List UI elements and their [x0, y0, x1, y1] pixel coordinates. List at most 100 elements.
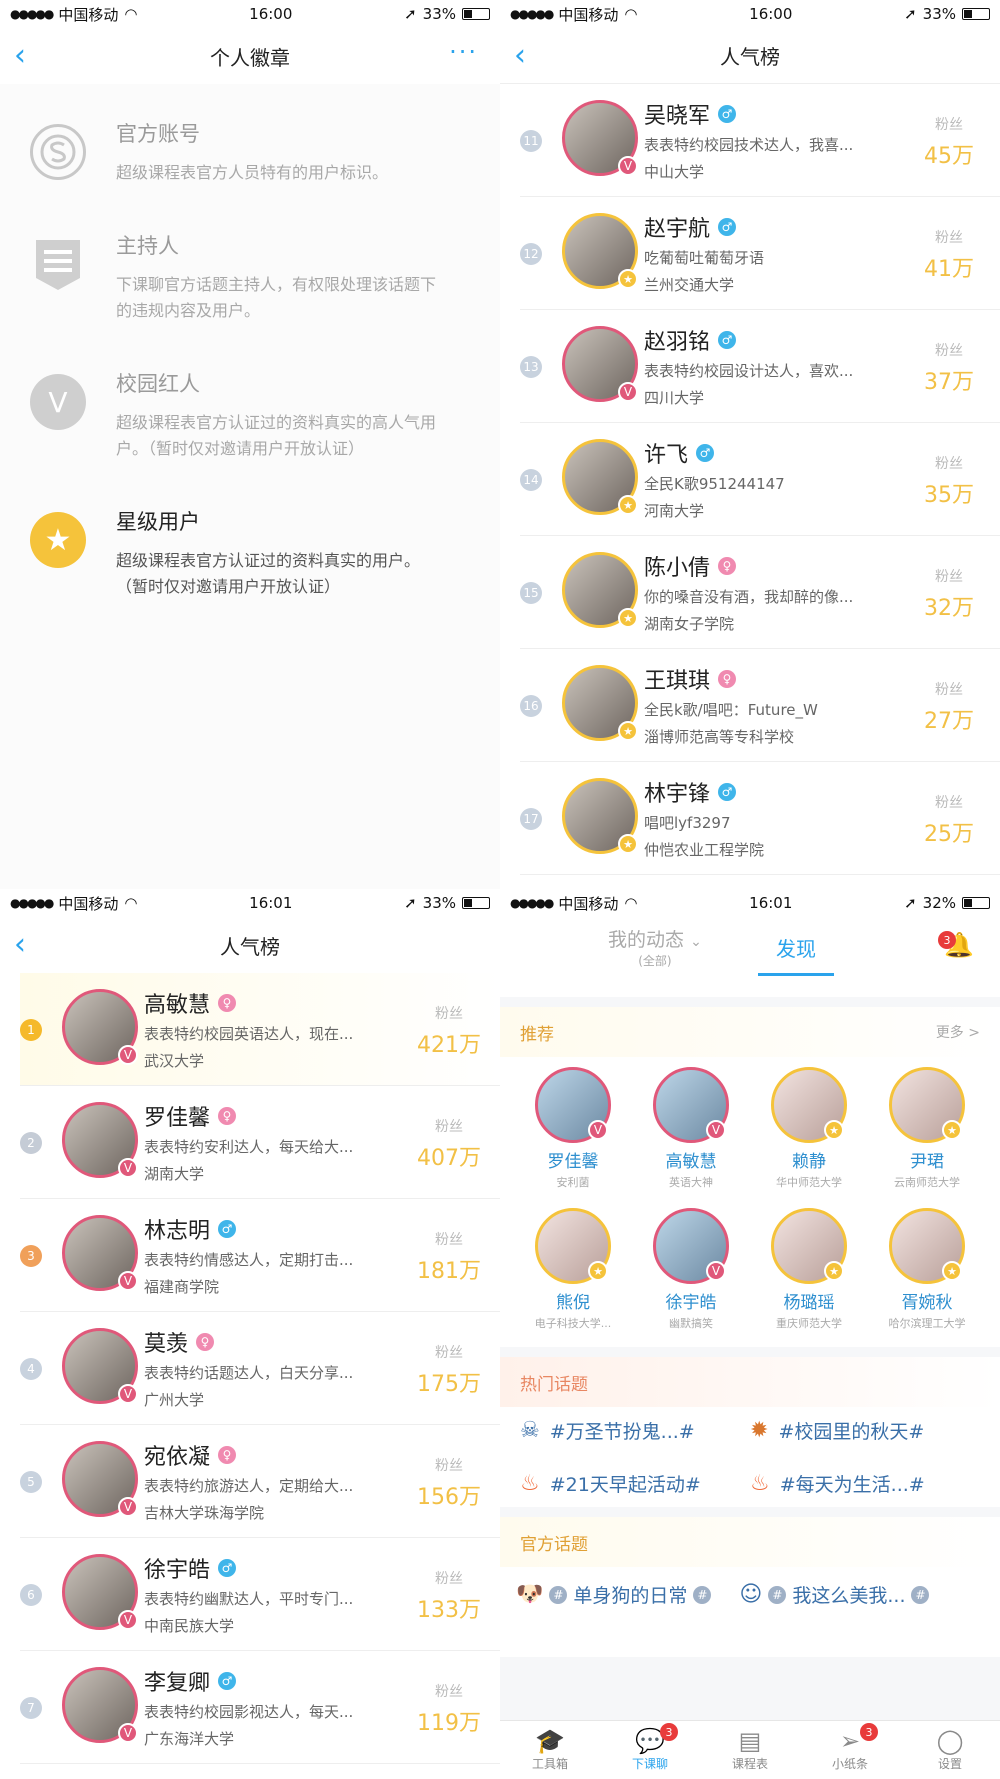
rank-list: 1 V 高敏慧 ♀ 表表特约校园英语达人，现在... 武汉大学 粉丝 421万 2…: [0, 973, 500, 1764]
star-badge-icon: ★: [588, 1261, 608, 1281]
avatar: ★: [889, 1067, 965, 1143]
hot-topic[interactable]: ♨ #每天为生活...#: [750, 1470, 980, 1497]
rank-row[interactable]: 14 ★ 许飞 ♂ 全民K歌951244147 河南大学 粉丝 35万: [520, 423, 1000, 536]
fans-value: 45万: [924, 144, 974, 169]
tab-chat[interactable]: 💬 下课聊 3: [600, 1721, 700, 1778]
topic-label: #校园里的秋天#: [778, 1421, 925, 1443]
fans-label: 粉丝: [935, 569, 963, 585]
fans-value: 41万: [924, 257, 974, 282]
avatar[interactable]: V: [62, 1441, 138, 1517]
rank-row[interactable]: 6 V 徐宇皓 ♂ 表表特约幽默达人，平时专门... 中南民族大学 粉丝 133万: [20, 1538, 500, 1651]
rank-number: 13: [520, 356, 542, 378]
hash-icon: #: [549, 1585, 568, 1604]
tab-notes[interactable]: ➢ 小纸条 3: [800, 1721, 900, 1778]
rank-row[interactable]: 15 ★ 陈小倩 ♀ 你的嗓音没有酒，我却醉的像... 湖南女子学院 粉丝 32万: [520, 536, 1000, 649]
rank-row[interactable]: 3 V 林志明 ♂ 表表特约情感达人，定期打击... 福建商学院 粉丝 181万: [20, 1199, 500, 1312]
location-icon: ➚: [904, 5, 917, 23]
recommend-user[interactable]: ★ 胥婉秋 哈尔滨理工大学: [868, 1208, 986, 1331]
recommend-user[interactable]: V 罗佳馨 安利菌: [514, 1067, 632, 1190]
avatar: V: [535, 1067, 611, 1143]
user-name: 尹珺: [910, 1152, 944, 1172]
tab-toolbox[interactable]: 🎓 工具箱: [500, 1721, 600, 1778]
avatar[interactable]: V: [562, 100, 638, 176]
rank-number: 4: [20, 1358, 42, 1380]
tab-settings[interactable]: ◯ 设置: [900, 1721, 1000, 1778]
back-icon[interactable]: ‹: [514, 38, 526, 73]
avatar[interactable]: ★: [562, 213, 638, 289]
hot-topics-grid: ☠ #万圣节扮鬼...# ✹ #校园里的秋天# ♨ #21天早起活动# ♨ #每天为生活…: [500, 1407, 1000, 1507]
tab-schedule[interactable]: ▤ 课程表: [700, 1721, 800, 1778]
recommend-user[interactable]: ★ 杨璐瑶 重庆师范大学: [750, 1208, 868, 1331]
topic-label: 单身狗的日常: [573, 1585, 688, 1607]
rank-row[interactable]: 16 ★ 王琪琪 ♀ 全民k歌/唱吧：Future_W 淄博师范高等专科学校 粉丝…: [520, 649, 1000, 762]
rank-row[interactable]: 7 V 李复卿 ♂ 表表特约校园影视达人，每天... 广东海洋大学 粉丝 119万: [20, 1651, 500, 1764]
fans-value: 133万: [417, 1598, 481, 1623]
star-badge-icon: ★: [618, 608, 638, 628]
rank-row[interactable]: 2 V 罗佳馨 ♀ 表表特约安利达人，每天给大... 湖南大学 粉丝 407万: [20, 1086, 500, 1199]
battery-icon: [962, 8, 990, 20]
user-info: 高敏慧 ♀ 表表特约校园英语达人，现在... 武汉大学: [144, 987, 404, 1071]
user-school: 广东海洋大学: [144, 1730, 235, 1748]
chat-bubble-icon: 💬: [635, 1727, 665, 1755]
badge-desc: 超级课程表官方人员特有的用户标识。: [116, 163, 389, 182]
avatar[interactable]: V: [62, 1667, 138, 1743]
official-topic[interactable]: 🐶 # 单身狗的日常 #: [516, 1581, 712, 1608]
female-icon: ♀: [718, 670, 737, 688]
back-icon[interactable]: ‹: [14, 927, 26, 962]
rank-row[interactable]: 4 V 莫羡 ♀ 表表特约话题达人，白天分享... 广州大学 粉丝 175万: [20, 1312, 500, 1425]
rank-row[interactable]: 17 ★ 林宇锋 ♂ 唱吧lyf3297 仲恺农业工程学院 粉丝 25万: [520, 762, 1000, 875]
rank-number: 16: [520, 695, 542, 717]
back-icon[interactable]: ‹: [14, 38, 26, 73]
clock: 16:01: [749, 894, 793, 912]
battery-icon: [462, 8, 490, 20]
user-school: 湖南女子学院: [644, 615, 735, 633]
official-topic[interactable]: ☺ # 我这么美我... #: [739, 1581, 930, 1608]
hot-topic[interactable]: ♨ #21天早起活动#: [520, 1470, 750, 1497]
recommend-user[interactable]: ★ 赖静 华中师范大学: [750, 1067, 868, 1190]
male-icon: ♂: [718, 218, 737, 236]
user-school: 淄博师范高等专科学校: [644, 728, 795, 746]
avatar[interactable]: ★: [562, 665, 638, 741]
fans-label: 粉丝: [935, 117, 963, 133]
male-icon: ♂: [718, 783, 737, 801]
avatar[interactable]: ★: [562, 778, 638, 854]
avatar[interactable]: ★: [562, 439, 638, 515]
topic-label: #每天为生活...#: [779, 1474, 925, 1496]
tab-discover[interactable]: 发现: [776, 933, 816, 962]
avatar[interactable]: V: [562, 326, 638, 402]
recommend-user[interactable]: ★ 尹珺 云南师范大学: [868, 1067, 986, 1190]
more-icon[interactable]: ···: [449, 38, 478, 66]
recommend-user[interactable]: V 徐宇皓 幽默搞笑: [632, 1208, 750, 1331]
bottom-tab-bar: 🎓 工具箱 💬 下课聊 3 ▤ 课程表 ➢ 小纸条 3 ◯ 设置: [500, 1720, 1000, 1778]
fans-count: 粉丝 27万: [914, 679, 984, 735]
more-link[interactable]: 更多 >: [936, 1022, 980, 1042]
avatar[interactable]: V: [62, 989, 138, 1065]
avatar[interactable]: ★: [562, 552, 638, 628]
fans-label: 粉丝: [435, 1571, 463, 1587]
v-icon: V: [30, 374, 86, 430]
avatar[interactable]: V: [62, 1215, 138, 1291]
avatar[interactable]: V: [62, 1102, 138, 1178]
female-icon: ♀: [718, 557, 737, 575]
user-name: 赖静: [792, 1152, 826, 1172]
user-name: 许飞: [644, 443, 689, 468]
rank-row[interactable]: 12 ★ 赵宇航 ♂ 吃葡萄吐葡萄牙语 兰州交通大学 粉丝 41万: [520, 197, 1000, 310]
hot-topic[interactable]: ☠ #万圣节扮鬼...#: [520, 1417, 750, 1444]
host-icon: [30, 236, 86, 292]
tab-my-activity[interactable]: 我的动态 ⌄ (全部): [608, 925, 702, 969]
recommend-user[interactable]: ★ 熊倪 电子科技大学...: [514, 1208, 632, 1331]
fans-value: 407万: [417, 1146, 481, 1171]
avatar[interactable]: V: [62, 1554, 138, 1630]
rank-row[interactable]: 1 V 高敏慧 ♀ 表表特约校园英语达人，现在... 武汉大学 粉丝 421万: [20, 973, 500, 1086]
recommend-user[interactable]: V 高敏慧 英语大神: [632, 1067, 750, 1190]
star-badge-icon: ★: [824, 1261, 844, 1281]
rank-row[interactable]: 5 V 宛依凝 ♀ 表表特约旅游达人，定期给大... 吉林大学珠海学院 粉丝 15…: [20, 1425, 500, 1538]
rank-row[interactable]: 11 V 吴晓军 ♂ 表表特约校园技术达人，我喜... 中山大学 粉丝 45万: [520, 84, 1000, 197]
user-info: 赵宇航 ♂ 吃葡萄吐葡萄牙语 兰州交通大学: [644, 211, 904, 295]
hot-topic[interactable]: ✹ #校园里的秋天#: [750, 1417, 980, 1444]
avatar[interactable]: V: [62, 1328, 138, 1404]
carrier-label: 中国移动: [558, 894, 619, 913]
recommend-grid: V 罗佳馨 安利菌 V 高敏慧 英语大神 ★ 赖静 华中师范大学 ★ 尹珺 云南…: [500, 1057, 1000, 1347]
popular-screen-b: ●●●●● 中国移动 ◠ 16:01 ➚ 33% ‹ 人气榜 1 V 高敏慧 ♀ 表表特…: [0, 889, 500, 1778]
rank-row[interactable]: 13 V 赵羽铭 ♂ 表表特约校园设计达人，喜欢... 四川大学 粉丝 37万: [520, 310, 1000, 423]
